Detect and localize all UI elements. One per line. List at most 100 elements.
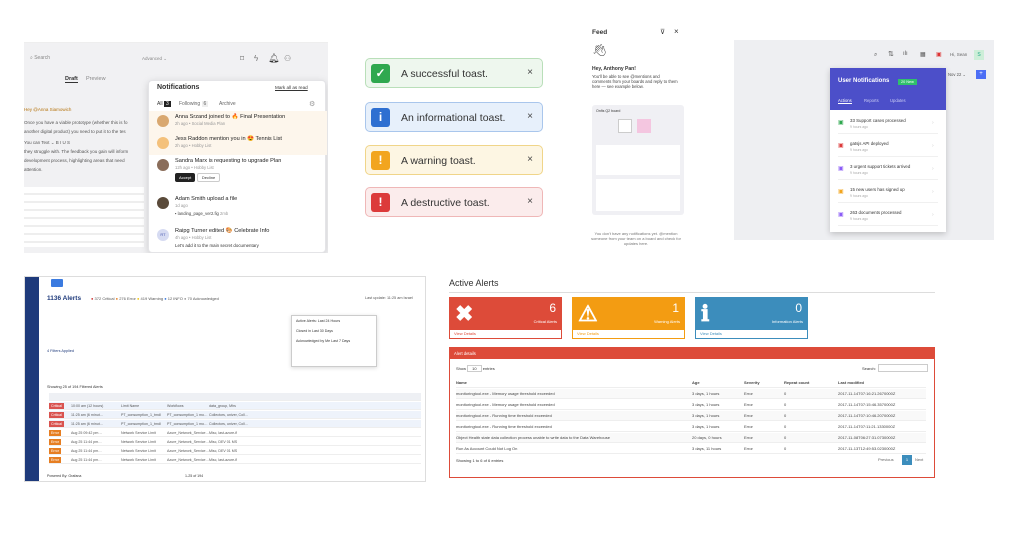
editor-content[interactable]: Hey @Anna Siamowich Once you have a viab…	[24, 105, 148, 174]
column-header[interactable]: Repeat count	[784, 378, 809, 388]
chevron-right-icon: ›	[932, 120, 934, 126]
notification-item[interactable]: ▣ 15 new users has signed up 9 hours ago ›	[838, 185, 938, 203]
grid-icon[interactable]: ▦	[920, 51, 926, 58]
dropdown-title: User Notifications	[838, 78, 890, 84]
next-button[interactable]: Next	[915, 457, 923, 462]
item-icon: ▣	[838, 212, 844, 218]
table-row[interactable]: monitoringtool.exe - Running time thresh…	[456, 411, 926, 421]
pagination[interactable]: 1-25 of 194	[185, 474, 203, 478]
search-label: Search:	[862, 366, 876, 371]
notification-item[interactable]: Jess Raddon mention you in 😍 Tennis List…	[149, 133, 327, 155]
table-row[interactable]: Run As Account Could Not Log On 3 days, 1…	[456, 444, 926, 454]
table-cell: Aug 25 11:44 pm…	[71, 449, 102, 453]
tab-reports[interactable]: Reports	[864, 98, 879, 103]
user-icon[interactable]: ⚇	[284, 54, 291, 63]
advanced-dropdown[interactable]: Advanced ⌄	[142, 56, 167, 62]
table-cell: Error	[744, 446, 753, 451]
tab-following[interactable]: Following 6	[179, 101, 209, 107]
search-input[interactable]	[878, 364, 928, 372]
item-icon: ▣	[838, 189, 844, 195]
wave-icon: 👋︎	[592, 43, 608, 57]
notification-item[interactable]: RT Raipg Turner edited 🎨 Celebrate Info 4h…	[149, 225, 327, 253]
tab-updates[interactable]: Updates	[890, 98, 906, 103]
bookmark-icon[interactable]: ⌑	[240, 54, 244, 63]
table-cell: Error	[744, 391, 753, 396]
filter-icon[interactable]: ⊽	[660, 28, 665, 36]
search-input[interactable]: ⌕ Search	[30, 55, 110, 65]
view-details-link[interactable]: View Details	[572, 329, 685, 339]
table-cell: 3 days, 1 hours	[692, 402, 720, 407]
notification-item[interactable]: ▣ gatsjs API deployed 9 hours ago ›	[838, 139, 938, 157]
table-row[interactable]: monitoringtool.exe - Memory usage thresh…	[456, 400, 926, 410]
feed-greeting: Hey, Anthony Pan!	[592, 66, 636, 72]
tab-archive[interactable]: Archive	[219, 101, 236, 107]
attachment[interactable]: ▪ landing_page_ver2.fig 2mb	[175, 211, 319, 216]
add-button[interactable]: +	[976, 70, 986, 79]
menu-item[interactable]: Active Alerts: Last 24 Hours	[296, 316, 376, 326]
settings-icon[interactable]: ⚙	[309, 100, 315, 108]
editor-line: attention.	[24, 167, 43, 172]
bell-icon[interactable]: ⇅	[888, 50, 894, 58]
page-button[interactable]: 1	[902, 455, 912, 465]
table-row[interactable]: Error Aug 25 11:44 pm… Network Service Lim…	[49, 438, 421, 446]
table-row[interactable]: Error Aug 25 11:44 pm… Network Service Lim…	[49, 456, 421, 464]
tab-actions[interactable]: Actions	[838, 98, 852, 104]
table-cell: PT_consumption_1 mo…	[167, 422, 208, 426]
severity-badge: Error	[49, 448, 61, 454]
chevron-right-icon: ›	[932, 166, 934, 172]
column-header[interactable]: Age	[692, 378, 700, 388]
chart-icon[interactable]: ılı	[903, 51, 908, 57]
flag-icon[interactable]: ▣	[936, 51, 942, 58]
close-icon[interactable]: ×	[527, 154, 533, 165]
avatar[interactable]: S	[974, 50, 984, 60]
bolt-icon[interactable]: ϟ	[254, 54, 258, 63]
alert-type-icon: ⚠	[578, 301, 598, 326]
filters-applied[interactable]: 4 Filters Applied	[47, 349, 74, 353]
search-icon[interactable]: ⌕	[874, 52, 877, 59]
table-cell: 0	[784, 435, 787, 440]
toast: ! A destructive toast. ×	[365, 187, 543, 217]
menu-item[interactable]: Closed in Last 30 Days	[296, 326, 376, 336]
table-row[interactable]: Critical 10:00 am (12 hours) Limit Name Wor…	[49, 402, 421, 410]
menu-item[interactable]: Acknowledged by Me Last 7 Days	[296, 336, 376, 346]
table-row[interactable]: Critical 11:25 am (6 minut… PT_consumption…	[49, 420, 421, 428]
notifications-dropdown: User Notifications 20 New Actions Report…	[830, 68, 946, 232]
column-header[interactable]: Name	[456, 378, 467, 388]
mark-all-read-link[interactable]: Mark all as read	[275, 85, 308, 90]
table-row[interactable]: monitoringtool.exe - Memory usage thresh…	[456, 389, 926, 399]
tab-draft[interactable]: Draft	[65, 76, 78, 83]
column-header[interactable]: Severity	[744, 378, 760, 388]
table-cell: 3 days, 1 hours	[692, 391, 720, 396]
table-cell: Azure_Network_Service…	[167, 431, 210, 435]
date-picker[interactable]: Nov 22 ⌄	[948, 72, 966, 77]
table-cell: 3 days, 1 hours	[692, 424, 720, 429]
decline-button[interactable]: Decline	[196, 173, 221, 182]
notification-item[interactable]: Anna Srzand joined to 🔥 Final Presentati…	[149, 111, 327, 133]
view-details-link[interactable]: View Details	[449, 329, 562, 339]
close-icon[interactable]: ×	[527, 67, 533, 78]
notification-item[interactable]: ▣ 3 urgent support tickets arrived 9 hours…	[838, 162, 938, 180]
table-row[interactable]: Error Aug 25 11:44 pm… Network Service Lim…	[49, 447, 421, 455]
accept-button[interactable]: Accept	[175, 173, 196, 182]
column-header[interactable]: Last modified	[838, 378, 864, 388]
tab-preview[interactable]: Preview	[86, 76, 106, 82]
notification-item[interactable]: ▣ 263 documents processed 9 hours ago ›	[838, 208, 938, 226]
page-size[interactable]: Show 10 entries	[456, 365, 495, 372]
close-icon[interactable]: ×	[527, 196, 533, 207]
tab-all[interactable]: All 3	[157, 101, 171, 107]
view-details-link[interactable]: View Details	[695, 329, 808, 339]
avatar	[157, 115, 169, 127]
notifications-popover: Notifications Mark all as read All 3 Fol…	[148, 80, 327, 253]
prev-button[interactable]: Previous	[878, 457, 894, 462]
bell-icon[interactable]: 🔔︎	[268, 53, 279, 64]
notification-item[interactable]: Adam Smith upload a file 1d ago ▪ landing…	[149, 193, 327, 223]
table-row[interactable]: Critical 11:25 am (6 minut… PT_consumption…	[49, 411, 421, 419]
close-icon[interactable]: ×	[527, 111, 533, 122]
table-row[interactable]: monitoringtool.exe - Running time thresh…	[456, 422, 926, 432]
close-icon[interactable]: ×	[674, 27, 679, 36]
notification-item[interactable]: Sandra Marx is requesting to upgrade Pla…	[149, 155, 327, 191]
table-row[interactable]: Object Health state data collection proc…	[456, 433, 926, 443]
notification-item[interactable]: ▣ 33 Support cases processed 9 hours ago ›	[838, 116, 938, 134]
notifications-demo: ⌕ Search Advanced ⌄ ⌑ ϟ 🔔︎ ⚇ Draft Previ…	[24, 27, 328, 253]
table-row[interactable]: Error Aug 25 09:42 pm… Network Service Lim…	[49, 429, 421, 437]
